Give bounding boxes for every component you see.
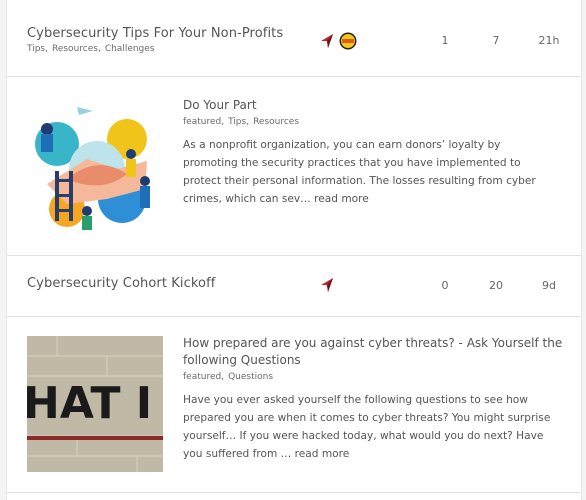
topic-row[interactable]: Cybersecurity Tips For Your Non-Profits …: [7, 6, 581, 77]
topic-title-link[interactable]: Cybersecurity Tips For Your Non-Profits: [27, 26, 283, 41]
tag-link[interactable]: Resources: [253, 117, 299, 127]
topic-thumbnail[interactable]: [27, 99, 163, 235]
topic-tags: Tips, Resources, Challenges: [27, 44, 159, 54]
tag-link[interactable]: Tips,: [228, 117, 249, 127]
featured-title-link[interactable]: How prepared are you against cyber threa…: [183, 335, 563, 369]
tag-link[interactable]: featured,: [183, 117, 224, 127]
graffiti-text: HAT I: [27, 378, 152, 429]
graffiti-wall-photo: HAT I: [27, 336, 163, 472]
topic-title-link[interactable]: Cybersecurity Cohort Kickoff: [27, 276, 215, 291]
activity-time[interactable]: 21h: [529, 34, 569, 47]
yellow-badge-avatar[interactable]: [339, 32, 357, 50]
views-count: 7: [492, 34, 500, 47]
replies-count: 1: [441, 34, 449, 47]
featured-excerpt: As a nonprofit organization, you can ear…: [183, 136, 558, 208]
activity-time[interactable]: 9d: [529, 279, 569, 292]
tag-link[interactable]: featured,: [183, 372, 224, 382]
excerpt-text: Have you ever asked yourself the followi…: [183, 394, 551, 460]
tag-link[interactable]: Questions: [228, 372, 273, 382]
red-bird-avatar[interactable]: [319, 277, 335, 293]
topic-row[interactable]: Cybersecurity Cohort Kickoff 0 20 9d: [7, 256, 581, 317]
replies-count: 0: [441, 279, 449, 292]
read-more-link[interactable]: read more: [295, 448, 350, 460]
tag-link[interactable]: Challenges: [105, 44, 155, 54]
teamwork-illustration: [27, 99, 163, 235]
poster-avatars: [319, 277, 335, 293]
tag-link[interactable]: Resources,: [52, 44, 101, 54]
read-more-link[interactable]: read more: [314, 193, 369, 205]
tag-link[interactable]: Tips,: [27, 44, 48, 54]
topic-thumbnail[interactable]: HAT I: [27, 336, 163, 472]
poster-avatars: [319, 32, 357, 50]
featured-excerpt: Have you ever asked yourself the followi…: [183, 391, 558, 463]
red-bird-avatar[interactable]: [319, 33, 335, 49]
featured-topic[interactable]: Do Your Part featured, Tips, Resources As …: [7, 77, 581, 256]
views-count: 20: [489, 279, 503, 292]
featured-topic[interactable]: HAT I How prepared are you against cyber…: [7, 317, 581, 493]
featured-tags: featured, Tips, Resources: [183, 117, 303, 127]
topic-list: Cybersecurity Tips For Your Non-Profits …: [6, 0, 582, 500]
featured-title-link[interactable]: Do Your Part: [183, 97, 563, 114]
featured-tags: featured, Questions: [183, 372, 277, 382]
